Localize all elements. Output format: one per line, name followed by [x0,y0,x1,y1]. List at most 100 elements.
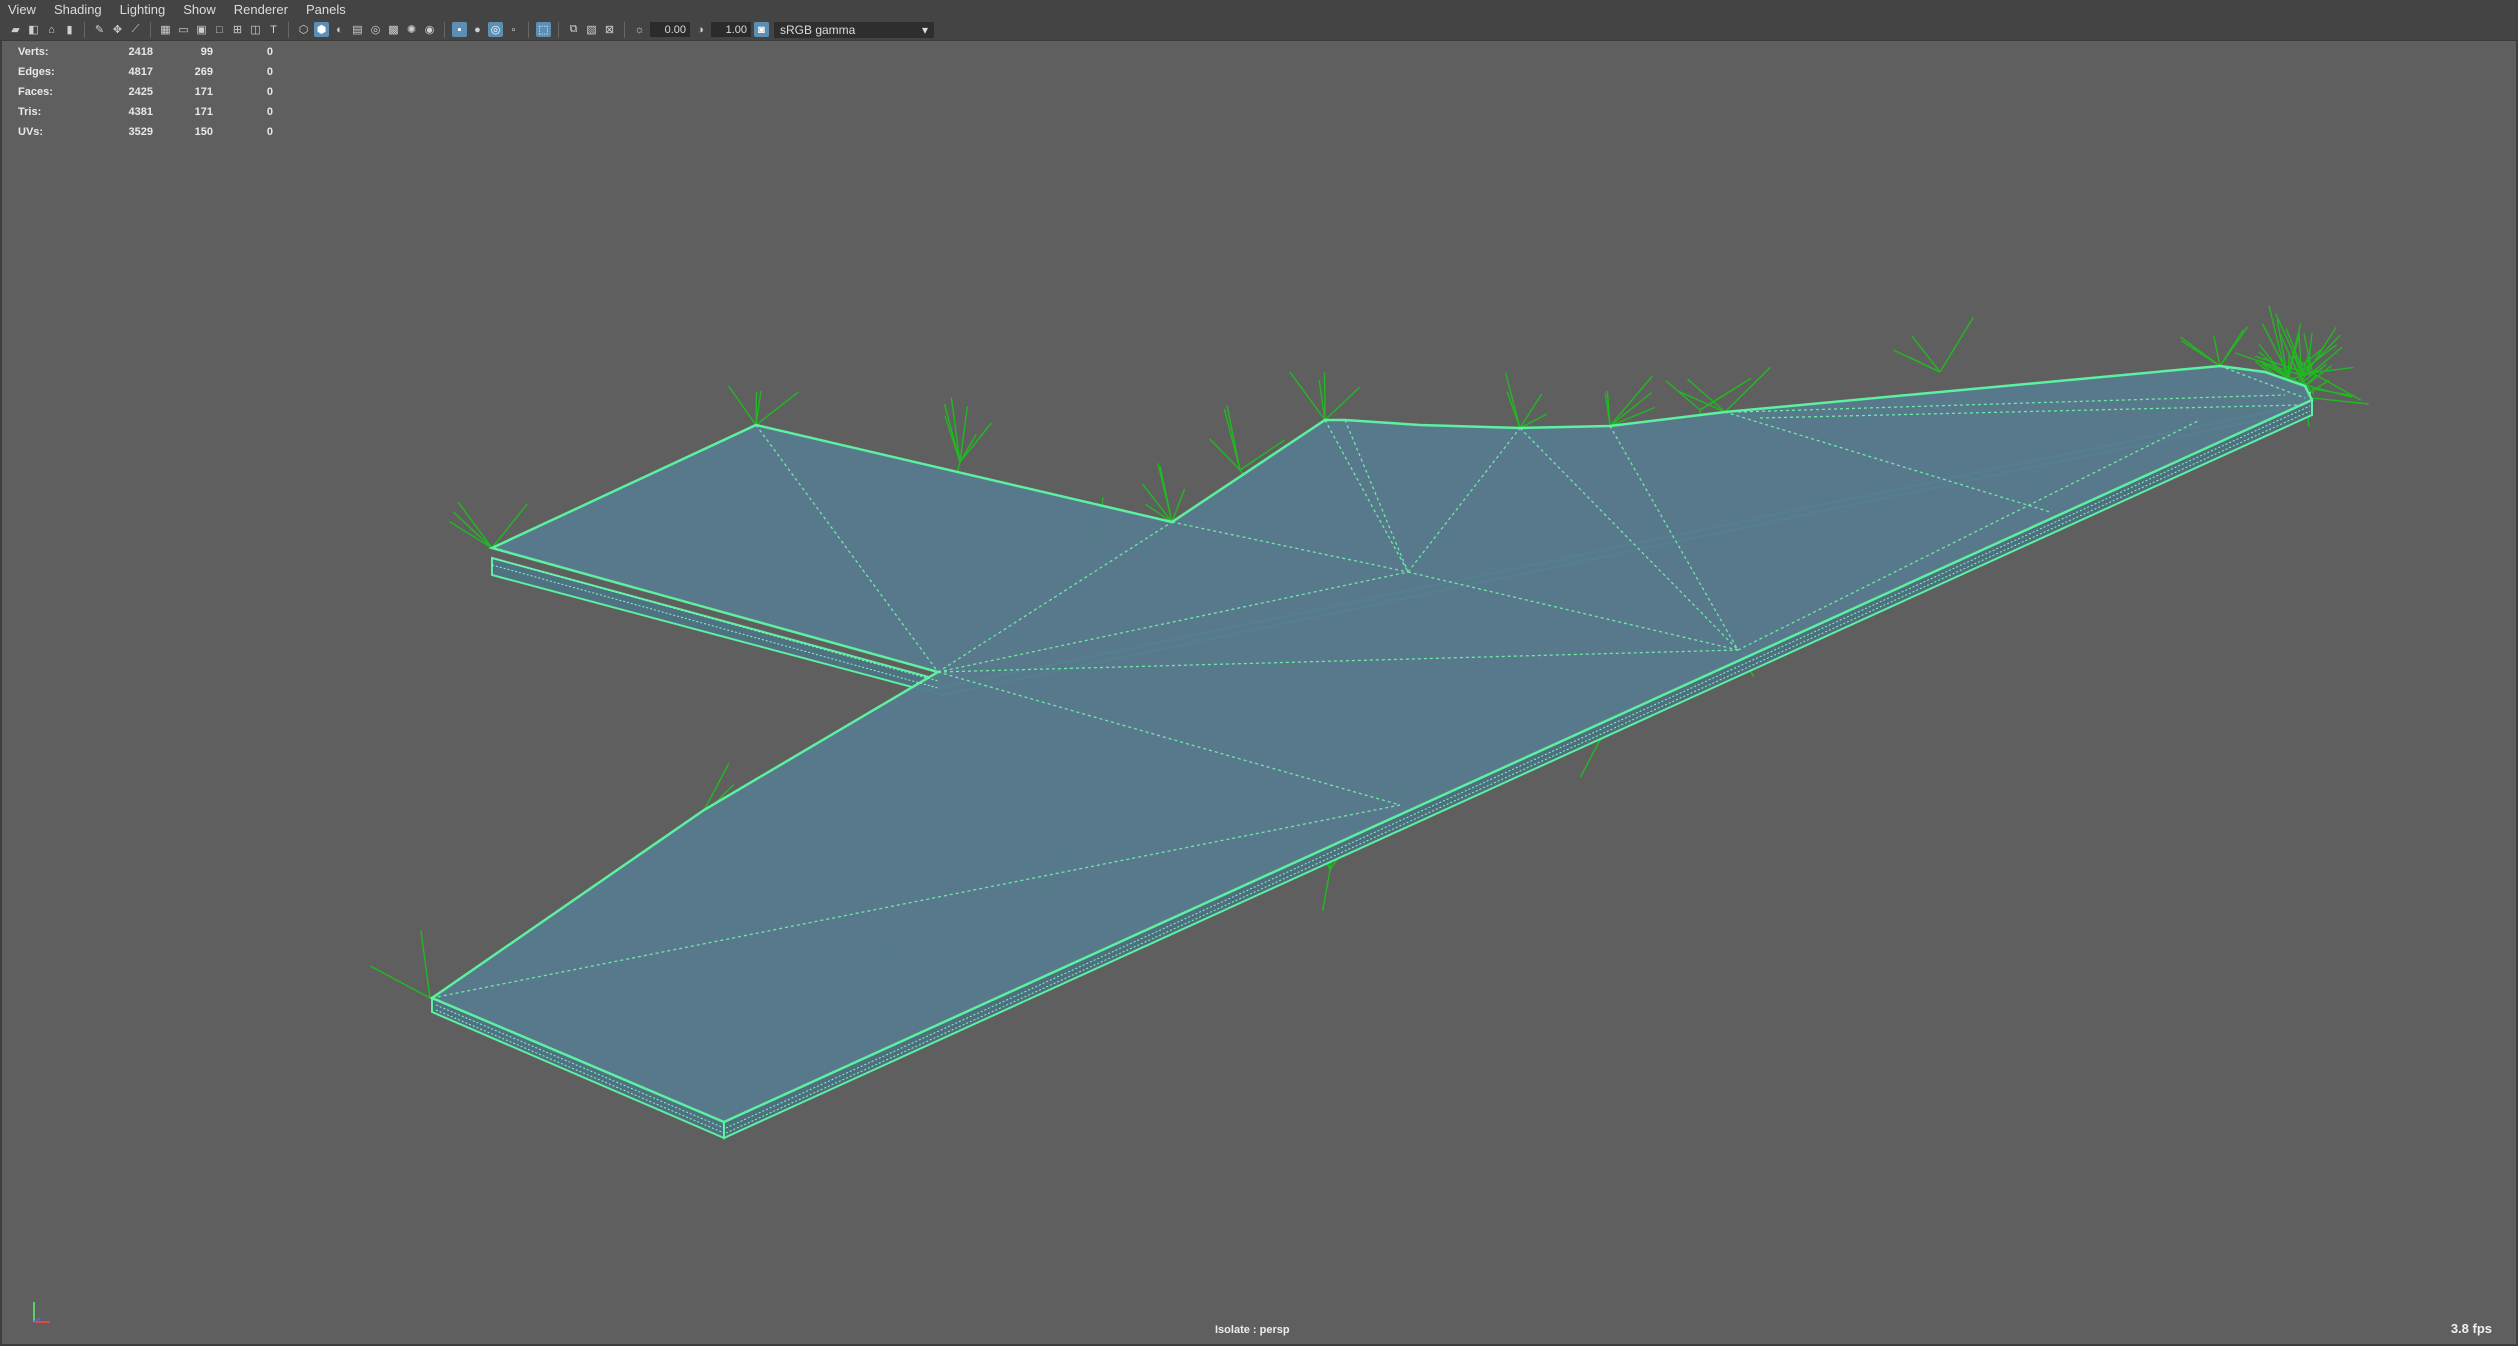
hud-value: 0 [266,86,273,98]
camera-icon[interactable]: ▰ [8,22,23,37]
normal-line [2310,397,2369,405]
normal-line [950,397,961,463]
normal-line [1322,869,1331,912]
screen-space-ao-icon[interactable]: ✺ [404,22,419,37]
hud-value: 99 [200,46,213,58]
normal-line [1699,384,1742,411]
hud-value: 4817 [128,66,153,78]
safe-title-icon[interactable]: T [266,22,281,37]
smooth-shade-icon[interactable]: ⬢ [314,22,329,37]
normal-line [420,930,431,999]
normal-line [727,385,757,426]
normal-line [1324,386,1361,421]
normal-line [755,391,799,426]
mesh-top-surface [429,364,2314,1124]
normal-line [2219,329,2245,367]
hud-row-edges: Edges: 4817 269 0 [18,62,273,82]
exposure-field[interactable]: 0.00 [650,22,690,37]
panel-toolbar: ▰ ◧ ⌂ ▮ ✎ ✥ ⟋ ▦ ▭ ▣ □ ⊞ ◫ T ⬡ ⬢ ◐ ▤ ◎ ▩ … [0,19,2518,41]
exposure-icon[interactable]: ☼ [632,22,647,37]
camera-name-label: Isolate : persp [1215,1324,1290,1336]
hud-row-uvs: UVs: 3529 150 0 [18,122,273,142]
hud-icon[interactable]: ▧ [584,22,599,37]
pencil-icon[interactable]: ⟋ [128,22,143,37]
wireframe-icon[interactable]: ⬡ [296,22,311,37]
camera-attributes-icon[interactable]: ◧ [26,22,41,37]
depth-of-field-icon[interactable]: ● [470,22,485,37]
hud-value: 269 [194,66,213,78]
toolbar-separator [558,21,559,38]
color-space-dropdown[interactable]: sRGB gamma ▾ [774,21,934,38]
toolbar-separator [528,21,529,38]
isolate-select-icon[interactable]: ◎ [488,22,503,37]
normal-line [453,511,493,549]
normal-line [449,521,493,549]
shadows-icon[interactable]: ▩ [386,22,401,37]
toolbar-separator [444,21,445,38]
motion-blur-icon[interactable]: ◉ [422,22,437,37]
use-lights-icon[interactable]: ◎ [368,22,383,37]
normal-line [1226,405,1241,471]
sync-icon[interactable]: ⊠ [602,22,617,37]
hud-row-tris: Tris: 4381 171 0 [18,102,273,122]
hud-row-verts: Verts: 2418 99 0 [18,42,273,62]
hud-value: 171 [194,106,213,118]
textured-icon[interactable]: ▤ [350,22,365,37]
viewport-scene[interactable] [0,0,2518,1346]
toolbar-separator [624,21,625,38]
grid-icon[interactable]: ▦ [158,22,173,37]
color-space-value: sRGB gamma [780,22,856,37]
panel-menubar: View Shading Lighting Show Renderer Pane… [0,0,2518,19]
hud-value: 0 [266,46,273,58]
hud-row-faces: Faces: 2425 171 0 [18,82,273,102]
normal-line [1609,375,1654,427]
toolbar-separator [84,21,85,38]
bookmark-icon[interactable]: ⌂ [44,22,59,37]
color-management-icon[interactable]: ◙ [754,22,769,37]
menu-lighting[interactable]: Lighting [111,2,175,17]
backface-icon[interactable]: ⧉ [566,22,581,37]
normal-line [2312,388,2356,397]
image-plane-icon[interactable]: ▮ [62,22,77,37]
normal-line [1687,378,1726,413]
film-gate-icon[interactable]: ▭ [176,22,191,37]
normal-line [370,965,431,999]
resolution-gate-icon[interactable]: ▣ [194,22,209,37]
field-chart-icon[interactable]: ⊞ [230,22,245,37]
hud-label: Faces: [18,86,53,98]
normal-line [755,391,758,426]
hud-value: 3529 [128,126,153,138]
gamma-icon[interactable]: ◑ [693,22,708,37]
gate-mask-icon[interactable]: □ [212,22,227,37]
normal-line [1504,372,1521,429]
menu-view[interactable]: View [0,2,45,17]
hud-label: Edges: [18,66,55,78]
normal-line [457,501,493,549]
fps-counter: 3.8 fps [2450,1321,2492,1336]
axis-gizmo-icon [33,1302,50,1323]
normal-line [944,415,961,463]
hud-value: 2425 [128,86,153,98]
normal-line [1939,316,1974,373]
hud-value: 2418 [128,46,153,58]
hud-value: 150 [194,126,213,138]
menu-renderer[interactable]: Renderer [225,2,297,17]
default-material-icon[interactable]: ◐ [332,22,347,37]
normal-line [2179,336,2221,367]
hud-label: UVs: [18,126,44,138]
menu-shading[interactable]: Shading [45,2,111,17]
menu-panels[interactable]: Panels [297,2,355,17]
select-camera-icon[interactable]: ✥ [110,22,125,37]
hud-value: 0 [266,126,273,138]
xray-joints-icon[interactable]: ⬚ [536,22,551,37]
safe-action-icon[interactable]: ◫ [248,22,263,37]
gamma-field[interactable]: 1.00 [711,22,751,37]
xray-icon[interactable]: ▫ [506,22,521,37]
poly-count-hud: Verts: 2418 99 0 Edges: 4817 269 0 Faces… [18,42,273,142]
hud-value: 0 [266,66,273,78]
normal-line [1893,349,1941,373]
menu-show[interactable]: Show [174,2,225,17]
multisample-aa-icon[interactable]: ▪ [452,22,467,37]
grease-pencil-icon[interactable]: ✎ [92,22,107,37]
normal-line [1289,371,1326,421]
